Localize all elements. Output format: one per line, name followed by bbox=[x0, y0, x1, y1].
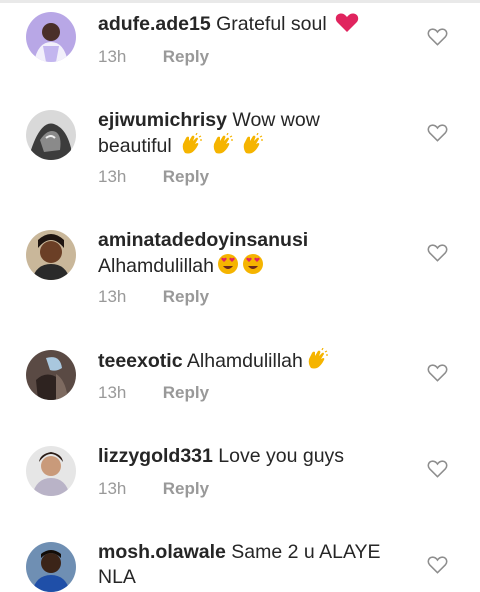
comment-body: Alhamdulillah bbox=[98, 255, 214, 277]
reply-button[interactable]: Reply bbox=[163, 479, 209, 498]
avatar-image bbox=[26, 230, 76, 280]
comment-text: adufe.ade15 Grateful soul bbox=[98, 12, 398, 40]
like-heart-icon[interactable] bbox=[427, 123, 448, 142]
comment-text: ejiwumichrisy Wow wow beautiful bbox=[98, 108, 398, 162]
avatar[interactable] bbox=[26, 350, 76, 400]
comment-username[interactable]: aminatadedoyinsanusi bbox=[98, 229, 308, 251]
comment-username[interactable]: mosh.olawale bbox=[98, 541, 226, 563]
reply-button[interactable]: Reply bbox=[163, 287, 209, 306]
top-divider bbox=[0, 0, 480, 3]
comment-username[interactable]: lizzygold331 bbox=[98, 445, 213, 467]
reply-button[interactable]: Reply bbox=[163, 167, 209, 186]
clap-icon bbox=[211, 132, 233, 162]
comment-text: lizzygold331 Love you guys bbox=[98, 444, 398, 469]
like-heart-icon[interactable] bbox=[427, 243, 448, 262]
clap-icon bbox=[241, 132, 263, 162]
comment-meta: 13h Reply bbox=[98, 167, 209, 187]
comment-timestamp: 13h bbox=[98, 47, 127, 66]
like-heart-icon[interactable] bbox=[427, 459, 448, 478]
avatar-image bbox=[26, 542, 76, 592]
clap-icon bbox=[306, 347, 328, 377]
heart-eyes-icon bbox=[217, 253, 239, 282]
avatar-image bbox=[26, 110, 76, 160]
avatar[interactable] bbox=[26, 230, 76, 280]
comment-body: Love you guys bbox=[218, 445, 345, 467]
comment-username[interactable]: adufe.ade15 bbox=[98, 13, 211, 35]
avatar-image bbox=[26, 350, 76, 400]
comment-text: aminatadedoyinsanusi Alhamdulillah bbox=[98, 228, 398, 282]
comment-timestamp: 13h bbox=[98, 167, 127, 186]
avatar[interactable] bbox=[26, 110, 76, 160]
avatar-image bbox=[26, 12, 76, 62]
comment-timestamp: 13h bbox=[98, 479, 127, 498]
comment-meta: 13h Reply bbox=[98, 47, 209, 67]
comment-meta: 13h Reply bbox=[98, 383, 209, 403]
red-heart-icon bbox=[335, 12, 359, 40]
reply-button[interactable]: Reply bbox=[163, 47, 209, 66]
comment-username[interactable]: ejiwumichrisy bbox=[98, 109, 227, 131]
clap-icon bbox=[180, 132, 203, 162]
like-heart-icon[interactable] bbox=[427, 363, 448, 382]
comment-body: Grateful soul bbox=[216, 13, 327, 35]
reply-button[interactable]: Reply bbox=[163, 383, 209, 402]
like-heart-icon[interactable] bbox=[427, 555, 448, 574]
comment-text: teeexotic Alhamdulillah bbox=[98, 347, 398, 377]
avatar[interactable] bbox=[26, 12, 76, 62]
comment-timestamp: 13h bbox=[98, 287, 127, 306]
comment-text: mosh.olawale Same 2 u ALAYE NLA bbox=[98, 540, 398, 590]
avatar[interactable] bbox=[26, 542, 76, 592]
like-heart-icon[interactable] bbox=[427, 27, 448, 46]
comment-username[interactable]: teeexotic bbox=[98, 350, 183, 372]
comment-meta: 13h Reply bbox=[98, 479, 209, 499]
comment-body: Alhamdulillah bbox=[186, 350, 303, 372]
comment-timestamp: 13h bbox=[98, 383, 127, 402]
avatar[interactable] bbox=[26, 446, 76, 496]
heart-eyes-icon bbox=[242, 253, 264, 282]
comment-meta: 13h Reply bbox=[98, 287, 209, 307]
avatar-image bbox=[26, 446, 76, 496]
